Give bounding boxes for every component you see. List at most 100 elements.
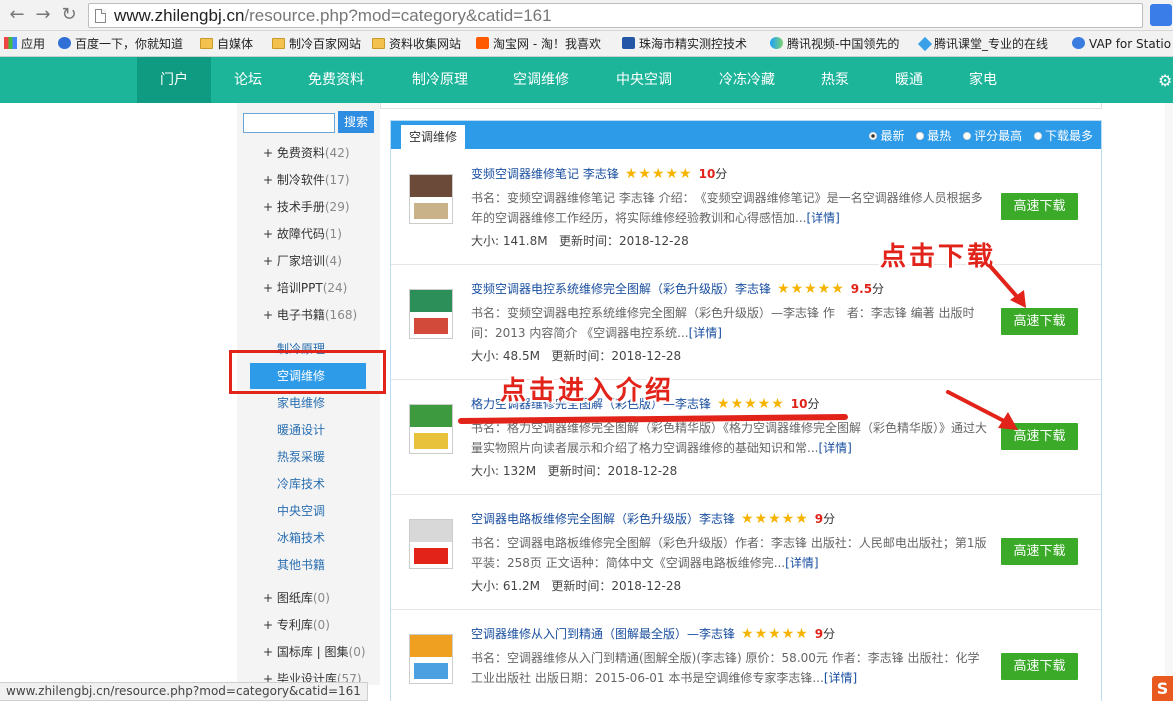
bookmark-tencent-video[interactable]: 腾讯视频-中国领先的 <box>770 35 899 53</box>
category-ebooks[interactable]: + 电子书籍(168) <box>263 305 357 325</box>
nav-refrigeration-principles[interactable]: 制冷原理 <box>400 57 480 103</box>
cover-band <box>414 548 448 564</box>
sort-most-downloaded[interactable]: 下载最多 <box>1033 129 1093 143</box>
nav-free-docs[interactable]: 免费资料 <box>298 57 374 103</box>
resource-title-link[interactable]: 空调器维修从入门到精通（图解最全版）—李志锋 <box>471 627 735 641</box>
category-training-ppt[interactable]: + 培训PPT(24) <box>263 278 347 298</box>
address-bar[interactable]: www.zhilengbj.cn/resource.php?mod=catego… <box>88 3 1143 28</box>
book-cover-image[interactable] <box>409 634 453 684</box>
bookmark-baidu[interactable]: 百度一下，你就知道 <box>58 35 183 53</box>
sort-top-rated[interactable]: 评分最高 <box>963 129 1022 143</box>
folder-icon <box>272 38 285 49</box>
rating-stars-icon: ★★★★★ <box>741 511 809 527</box>
details-link[interactable]: [详情] <box>806 211 839 225</box>
rating-stars-icon: ★★★★★ <box>777 281 845 297</box>
back-arrow-icon[interactable]: ← <box>6 4 28 26</box>
reload-icon[interactable]: ↻ <box>58 4 80 26</box>
cover-band <box>414 433 448 449</box>
resource-description: 书名：变频空调器维修笔记 李志锋 介绍： 《变频空调器维修笔记》是一名空调器维修… <box>471 191 983 225</box>
bookmark-zhileng[interactable]: 制冷百家网站 <box>272 35 361 53</box>
nav-cold-storage[interactable]: 冷冻冷藏 <box>706 57 788 103</box>
search-button[interactable]: 搜索 <box>338 111 374 133</box>
score: 10分 <box>698 167 728 181</box>
bookmarks-bar: 应用 百度一下，你就知道 自媒体 制冷百家网站 资料收集网站 淘宝网 - 淘！我… <box>0 31 1173 57</box>
category-manuals[interactable]: + 技术手册(29) <box>263 197 350 217</box>
baidu-paw-icon <box>58 37 71 49</box>
bookmark-zhuhai[interactable]: 珠海市精实测控技术 <box>622 35 747 53</box>
sort-newest[interactable]: 最新 <box>869 129 904 143</box>
nav-central-ac[interactable]: 中央空调 <box>604 57 684 103</box>
radio-icon <box>1033 132 1042 140</box>
nav-appliances[interactable]: 家电 <box>958 57 1008 103</box>
category-vendor-training[interactable]: + 厂家培训(4) <box>263 251 342 271</box>
book-cover-image[interactable] <box>409 519 453 569</box>
book-cover-image[interactable] <box>409 404 453 454</box>
bookmark-vap[interactable]: VAP for Statio <box>1072 35 1171 53</box>
bookmark-taobao[interactable]: 淘宝网 - 淘！我喜欢 <box>476 35 601 53</box>
cover-band <box>414 203 448 219</box>
subcategory-fridge[interactable]: 冰箱技术 <box>277 528 325 548</box>
download-button[interactable]: 高速下载 <box>1001 653 1078 680</box>
resource-title-link[interactable]: 空调器电路板维修完全图解（彩色升级版）李志锋 <box>471 512 735 526</box>
bookmark-tencent-class[interactable]: 腾讯课堂_专业的在线 <box>917 35 1048 53</box>
resource-title-link[interactable]: 变频空调器维修笔记 李志锋 <box>471 167 619 181</box>
extension-icon[interactable] <box>1150 4 1172 26</box>
subcategory-appliance-repair[interactable]: 家电维修 <box>277 393 325 413</box>
subcategory-other-books[interactable]: 其他书籍 <box>277 555 325 575</box>
rating-stars-icon: ★★★★★ <box>741 626 809 642</box>
resource-title-link[interactable]: 变频空调器电控系统维修完全图解（彩色升级版）李志锋 <box>471 282 771 296</box>
sort-hottest[interactable]: 最热 <box>916 129 951 143</box>
sort-options: 最新 最热 评分最高 下载最多 <box>861 127 1093 144</box>
annotation-click-intro: 点击进入介绍 <box>500 376 675 406</box>
subcategory-cold-storage[interactable]: 冷库技术 <box>277 474 325 494</box>
book-cover-image[interactable] <box>409 289 453 339</box>
search-input[interactable] <box>243 113 335 133</box>
category-standards[interactable]: + 国标库 | 图集(0) <box>263 642 366 662</box>
download-button[interactable]: 高速下载 <box>1001 308 1078 335</box>
details-link[interactable]: [详情] <box>689 326 722 340</box>
bookmark-apps[interactable]: 应用 <box>4 35 45 53</box>
forward-arrow-icon[interactable]: → <box>32 4 54 26</box>
nav-hvac[interactable]: 暖通 <box>884 57 934 103</box>
subcategory-heat-pump[interactable]: 热泵采暖 <box>277 447 325 467</box>
details-link[interactable]: [详情] <box>818 441 851 455</box>
resource-description: 书名：变频空调器电控系统维修完全图解（彩色升级版）—李志锋 作 者：李志锋 编著… <box>471 306 975 340</box>
bookmark-ziliao[interactable]: 资料收集网站 <box>372 35 461 53</box>
annotation-click-download: 点击下载 <box>880 242 997 272</box>
taobao-icon <box>476 37 489 49</box>
cover-band <box>414 318 448 334</box>
bookmark-zimeiti[interactable]: 自媒体 <box>200 35 253 53</box>
subcategory-hvac-design[interactable]: 暖通设计 <box>277 420 325 440</box>
download-button[interactable]: 高速下载 <box>1001 193 1078 220</box>
category-free-docs[interactable]: + 免费资料(42) <box>263 143 350 163</box>
gear-icon[interactable]: ⚙ <box>1158 71 1172 90</box>
tab-ac-repair[interactable]: 空调维修 <box>401 125 465 149</box>
category-fault-codes[interactable]: + 故障代码(1) <box>263 224 342 244</box>
subcategory-central-ac[interactable]: 中央空调 <box>277 501 325 521</box>
category-sidebar: 搜索 + 免费资料(42) + 制冷软件(17) + 技术手册(29) + 故障… <box>237 103 380 686</box>
tencent-video-icon <box>770 37 783 49</box>
resource-item: 空调器维修从入门到精通（图解最全版）—李志锋 ★★★★★ 9分 书名：空调器维修从入… <box>391 611 1101 701</box>
category-software[interactable]: + 制冷软件(17) <box>263 170 350 190</box>
details-link[interactable]: [详情] <box>824 671 857 685</box>
score: 10分 <box>790 397 820 411</box>
highlight-box <box>229 350 386 394</box>
nav-portal[interactable]: 门户 <box>137 57 211 103</box>
resource-meta: 大小: 141.8M 更新时间：2018-12-28 <box>471 234 689 248</box>
nav-forum[interactable]: 论坛 <box>220 57 276 103</box>
folder-icon <box>372 38 385 49</box>
category-patents[interactable]: + 专利库(0) <box>263 615 330 635</box>
nav-ac-repair[interactable]: 空调维修 <box>500 57 582 103</box>
sogou-logo-icon[interactable]: S <box>1152 676 1173 701</box>
score: 9分 <box>814 512 836 526</box>
download-button[interactable]: 高速下载 <box>1001 538 1078 565</box>
nav-heat-pump[interactable]: 热泵 <box>810 57 860 103</box>
annotation-arrow-icon <box>988 264 1026 308</box>
book-cover-image[interactable] <box>409 174 453 224</box>
category-drawings[interactable]: + 图纸库(0) <box>263 588 330 608</box>
scrollbar[interactable] <box>1165 103 1173 678</box>
score: 9分 <box>814 627 836 641</box>
resource-meta: 大小: 132M 更新时间：2018-12-28 <box>471 464 678 478</box>
details-link[interactable]: [详情] <box>785 556 818 570</box>
apps-grid-icon <box>4 37 17 49</box>
